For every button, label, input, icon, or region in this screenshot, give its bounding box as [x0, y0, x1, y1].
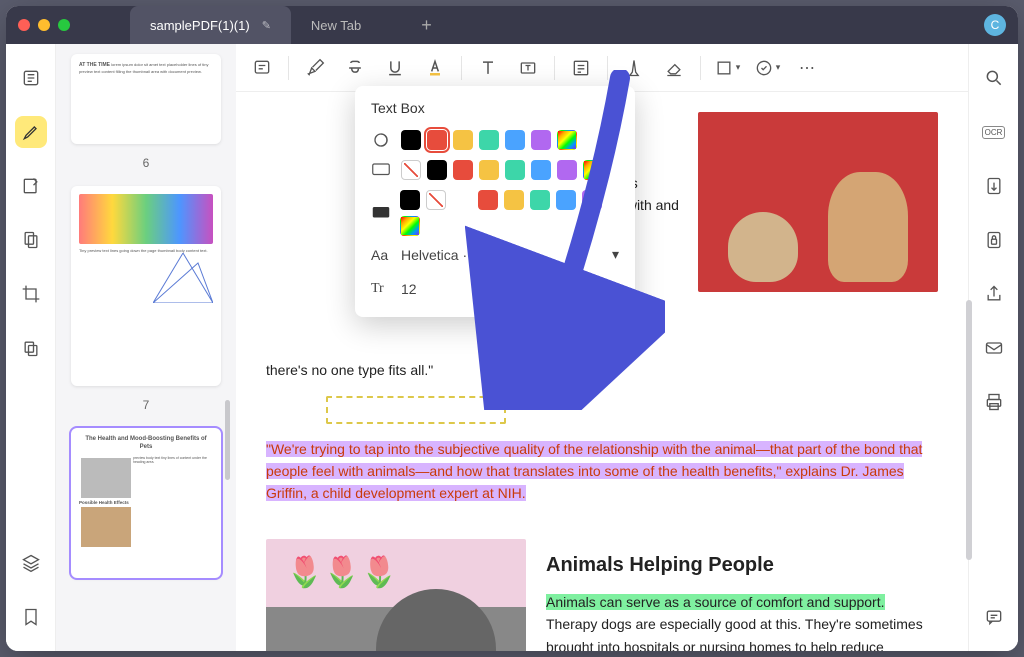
eraser-tool[interactable]: [656, 50, 692, 86]
stamp-tool[interactable]: ▾: [749, 50, 785, 86]
border-color-swatches: [400, 190, 619, 236]
color-swatch[interactable]: [557, 130, 577, 150]
cat-image: 🌷🌷🌷: [266, 539, 526, 651]
tab-active[interactable]: samplePDF(1)(1) ✎: [130, 6, 291, 44]
color-swatch[interactable]: [505, 160, 525, 180]
color-swatch[interactable]: [531, 130, 551, 150]
color-swatch[interactable]: [452, 190, 472, 210]
color-swatch[interactable]: [556, 190, 576, 210]
print-icon[interactable]: [978, 386, 1010, 418]
textbox-tool[interactable]: [510, 50, 546, 86]
search-icon[interactable]: [978, 62, 1010, 94]
reader-icon[interactable]: [15, 62, 47, 94]
doc-text: there's no one type fits all.": [266, 359, 938, 381]
color-swatch[interactable]: [479, 130, 499, 150]
tab-new[interactable]: New Tab: [291, 6, 381, 44]
thumbnail-scrollbar[interactable]: [225, 400, 230, 480]
thumb-page-6[interactable]: AT THE TIME lorem ipsum dolor sit amet t…: [71, 54, 221, 144]
annotation-toolbar: ▾ ▾ ⋯: [236, 44, 968, 92]
color-swatch[interactable]: [479, 160, 499, 180]
layers-icon[interactable]: [15, 547, 47, 579]
color-swatch[interactable]: [531, 160, 551, 180]
textbox-placeholder[interactable]: [326, 396, 506, 424]
mail-icon[interactable]: [978, 332, 1010, 364]
annotate-icon[interactable]: [15, 170, 47, 202]
color-swatch[interactable]: [453, 130, 473, 150]
textbox-popup: Text Box Aa Helvetica · Regular▾ Tr 12 −…: [355, 86, 635, 317]
fill-color-swatches: [401, 160, 603, 180]
right-toolbar: OCR: [968, 44, 1018, 651]
strikethrough-tool[interactable]: [337, 50, 373, 86]
copy-icon[interactable]: [15, 332, 47, 364]
font-label: Aa: [371, 247, 391, 263]
dogs-image: [698, 112, 938, 292]
window-controls: [18, 19, 70, 31]
text-color-tool[interactable]: [417, 50, 453, 86]
color-swatch[interactable]: [505, 130, 525, 150]
tab-title: New Tab: [311, 18, 361, 33]
tab-title: samplePDF(1)(1): [150, 18, 250, 33]
more-tool[interactable]: ⋯: [789, 50, 825, 86]
convert-icon[interactable]: [978, 170, 1010, 202]
new-tab-button[interactable]: +: [421, 15, 432, 36]
decrease-size[interactable]: −: [553, 275, 581, 303]
thumb-page-8[interactable]: The Health and Mood-Boosting Benefits of…: [71, 428, 221, 578]
bookmark-icon[interactable]: [15, 601, 47, 633]
text-color-icon: [371, 132, 391, 148]
avatar[interactable]: C: [984, 14, 1006, 36]
color-swatch[interactable]: [400, 216, 420, 236]
close-window[interactable]: [18, 19, 30, 31]
color-swatch[interactable]: [504, 190, 524, 210]
thumb-page-7[interactable]: Tiny preview text lines going down the p…: [71, 186, 221, 386]
color-swatch[interactable]: [401, 130, 421, 150]
form-tool[interactable]: [563, 50, 599, 86]
color-swatch[interactable]: [427, 160, 447, 180]
size-label: Tr: [371, 281, 391, 297]
fill-color-icon: [371, 162, 391, 178]
note-icon[interactable]: [244, 50, 280, 86]
highlighter-icon[interactable]: [15, 116, 47, 148]
titlebar: samplePDF(1)(1) ✎ New Tab + C: [6, 6, 1018, 44]
pen-tool[interactable]: [616, 50, 652, 86]
underline-tool[interactable]: [377, 50, 413, 86]
color-swatch[interactable]: [582, 190, 602, 210]
maximize-window[interactable]: [58, 19, 70, 31]
share-icon[interactable]: [978, 278, 1010, 310]
pages-icon[interactable]: [15, 224, 47, 256]
highlighted-text: Animals can serve as a source of comfort…: [546, 594, 885, 610]
page-number: 6: [143, 156, 150, 170]
popup-title: Text Box: [371, 100, 619, 116]
thumbnail-panel: AT THE TIME lorem ipsum dolor sit amet t…: [56, 44, 236, 651]
font-select[interactable]: Helvetica · Regular▾: [401, 246, 619, 263]
font-size-value[interactable]: 12: [401, 281, 543, 297]
increase-size[interactable]: +: [591, 275, 619, 303]
crop-icon[interactable]: [15, 278, 47, 310]
color-swatch[interactable]: [401, 160, 421, 180]
comment-icon[interactable]: [978, 601, 1010, 633]
color-swatch[interactable]: [427, 130, 447, 150]
color-swatch[interactable]: [557, 160, 577, 180]
color-swatch[interactable]: [530, 190, 550, 210]
color-swatch[interactable]: [478, 190, 498, 210]
minimize-window[interactable]: [38, 19, 50, 31]
color-swatch[interactable]: [583, 160, 603, 180]
pencil-icon[interactable]: ✎: [262, 19, 271, 32]
left-toolbar: [6, 44, 56, 651]
scrollbar[interactable]: [966, 300, 972, 560]
shape-tool[interactable]: ▾: [709, 50, 745, 86]
lock-icon[interactable]: [978, 224, 1010, 256]
text-color-swatches: [401, 130, 577, 150]
color-swatch[interactable]: [453, 160, 473, 180]
color-swatch[interactable]: [400, 190, 420, 210]
border-color-icon: [371, 205, 390, 221]
color-swatch[interactable]: [426, 190, 446, 210]
page-number: 7: [143, 398, 150, 412]
ocr-icon[interactable]: OCR: [978, 116, 1010, 148]
highlighted-quote: "We're trying to tap into the subjective…: [266, 441, 922, 502]
text-tool[interactable]: [470, 50, 506, 86]
highlight-tool[interactable]: [297, 50, 333, 86]
